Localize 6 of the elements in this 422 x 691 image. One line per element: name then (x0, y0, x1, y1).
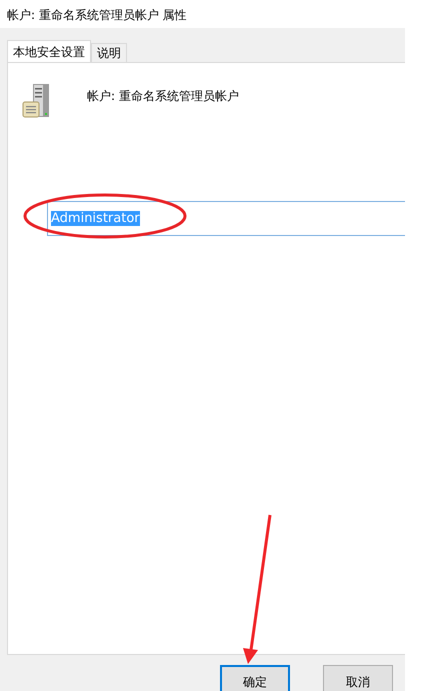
policy-title: 帐户: 重命名系统管理员帐户 (87, 88, 239, 105)
tab[interactable]: 说明 (91, 43, 127, 62)
window-title: 帐户: 重命名系统管理员帐户 属性 (7, 8, 187, 22)
dialog-button[interactable]: 确定 (220, 665, 290, 691)
tab[interactable]: 本地安全设置 (7, 40, 91, 62)
dialog-button[interactable]: 取消 (323, 665, 393, 691)
